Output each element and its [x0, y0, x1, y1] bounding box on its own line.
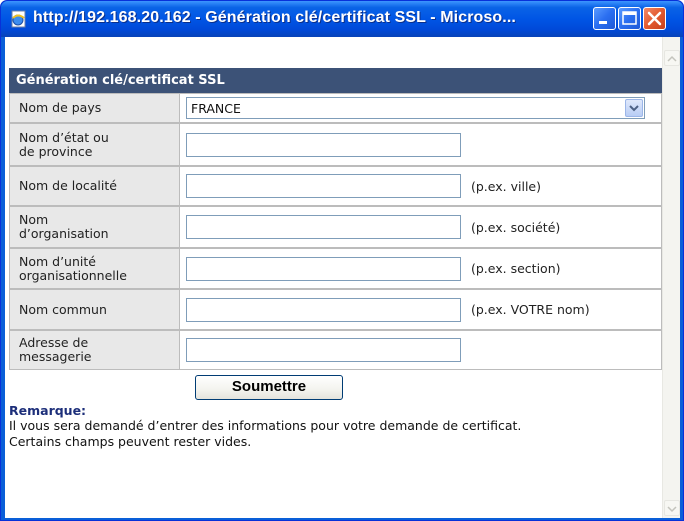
organization-hint: (p.ex. société) [471, 219, 561, 235]
country-field-cell: FRANCE [180, 93, 662, 123]
organization-label-text: Nom d’organisation [19, 213, 109, 241]
country-label-text: Nom de pays [19, 100, 102, 115]
common-name-label-text: Nom commun [19, 301, 107, 317]
locality-input[interactable] [186, 174, 461, 198]
common-name-row: Nom commun (p.ex. VOTRE nom) [9, 289, 662, 330]
unit-input[interactable] [186, 256, 461, 281]
chevron-up-icon [667, 55, 677, 62]
state-row: Nom d’état ou de province [9, 123, 662, 166]
common-name-input[interactable] [186, 297, 461, 322]
locality-field-cell: (p.ex. ville) [180, 166, 662, 206]
organization-label-line2: d’organisation [19, 226, 109, 241]
unit-label-line1: Nom d’unité [19, 253, 96, 269]
email-input[interactable] [186, 338, 461, 362]
minimize-button[interactable] [593, 7, 616, 30]
state-label-line1: Nom d’état ou [19, 129, 109, 145]
country-selected-value: FRANCE [191, 101, 241, 116]
remark-line2: Certains champs peuvent rester vides. [9, 434, 252, 449]
email-row: Adresse de messagerie [9, 330, 662, 370]
unit-label-text: Nom d’unité organisationnelle [19, 253, 127, 283]
country-row: Nom de pays FRANCE [9, 93, 662, 123]
locality-row: Nom de localité (p.ex. ville) [9, 166, 662, 206]
state-label-text: Nom d’état ou de province [19, 129, 109, 159]
unit-label-line2: organisationnelle [19, 267, 127, 283]
minimize-icon [599, 21, 607, 24]
unit-label: Nom d’unité organisationnelle [9, 248, 180, 289]
chevron-down-icon [667, 506, 677, 513]
unit-hint: (p.ex. section) [471, 261, 561, 276]
state-label: Nom d’état ou de province [9, 123, 180, 166]
email-label-line1: Adresse de [19, 335, 89, 350]
vertical-scrollbar[interactable] [662, 37, 680, 518]
email-label: Adresse de messagerie [9, 330, 180, 370]
submit-button[interactable]: Soumettre [195, 375, 343, 400]
unit-field-cell: (p.ex. section) [180, 248, 662, 289]
state-field-cell [180, 123, 662, 166]
locality-label-text: Nom de localité [19, 178, 117, 193]
title-bar[interactable]: http://192.168.20.162 - Génération clé/c… [1, 1, 683, 37]
unit-row: Nom d’unité organisationnelle (p.ex. sec… [9, 248, 662, 289]
dropdown-button[interactable] [625, 99, 643, 117]
country-select[interactable]: FRANCE [186, 97, 645, 119]
remark-title: Remarque: [9, 403, 87, 418]
close-button[interactable] [643, 7, 666, 30]
maximize-icon [622, 11, 637, 25]
state-input[interactable] [186, 132, 461, 157]
email-label-line2: messagerie [19, 349, 92, 364]
state-label-line2: de province [19, 143, 93, 159]
common-name-hint: (p.ex. VOTRE nom) [471, 302, 590, 317]
organization-row: Nom d’organisation (p.ex. société) [9, 206, 662, 248]
email-field-cell [180, 330, 662, 370]
common-name-field-cell: (p.ex. VOTRE nom) [180, 289, 662, 330]
organization-label: Nom d’organisation [9, 206, 180, 248]
maximize-button[interactable] [618, 7, 641, 30]
country-label: Nom de pays [9, 93, 180, 123]
organization-field-cell: (p.ex. société) [180, 206, 662, 248]
chevron-down-icon [629, 105, 639, 112]
browser-window: http://192.168.20.162 - Génération clé/c… [0, 0, 684, 521]
remark-text: Il vous sera demandé d’entrer des inform… [9, 418, 659, 450]
email-label-text: Adresse de messagerie [19, 336, 91, 364]
ie-page-icon [11, 10, 26, 28]
locality-label: Nom de localité [9, 166, 180, 206]
scroll-down-button[interactable] [664, 500, 680, 516]
common-name-label: Nom commun [9, 289, 180, 330]
window-title: http://192.168.20.162 - Génération clé/c… [33, 9, 516, 26]
remark-line1: Il vous sera demandé d’entrer des inform… [9, 418, 522, 433]
locality-hint: (p.ex. ville) [471, 178, 541, 194]
page-viewport: Génération clé/certificat SSL Nom de pay… [5, 37, 680, 518]
section-header: Génération clé/certificat SSL [9, 68, 662, 93]
close-icon [647, 11, 662, 26]
organization-label-line1: Nom [19, 212, 49, 227]
organization-input[interactable] [186, 215, 461, 239]
scroll-up-button[interactable] [664, 50, 680, 66]
page-content: Génération clé/certificat SSL Nom de pay… [5, 37, 662, 518]
